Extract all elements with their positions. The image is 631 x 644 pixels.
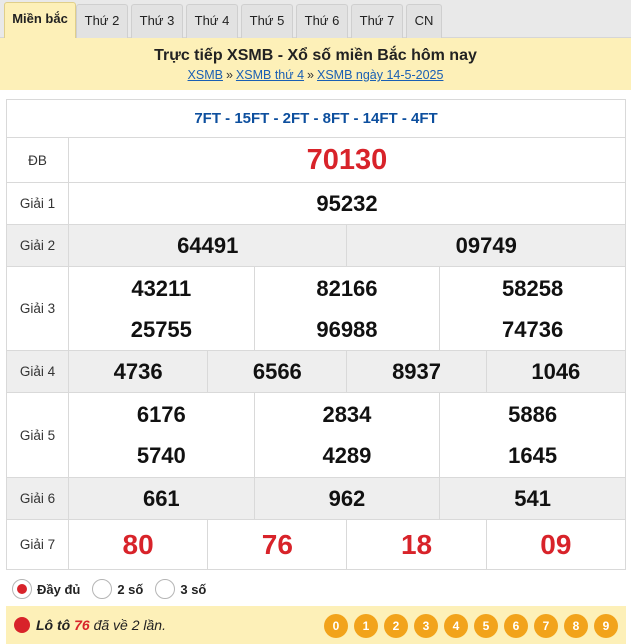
prize-number: 1046 (531, 358, 581, 384)
digit-button-3[interactable]: 3 (414, 614, 438, 638)
breadcrumb-xsmb-thu-4[interactable]: XSMB thứ 4 (236, 68, 304, 82)
page-header: Trực tiếp XSMB - Xổ số miền Bắc hôm nay … (0, 38, 631, 90)
prize-row-g5: Giải 5 6176 5740 2834 4289 5886 1645 (6, 392, 626, 478)
prize-number: 76 (261, 528, 293, 560)
loto-suffix: đã về 2 lần. (93, 617, 166, 633)
option-three-digits[interactable]: 3 số (155, 579, 206, 599)
prize-number: 25755 (130, 316, 192, 342)
prize-row-g7: Giải 7 80 76 18 09 (6, 519, 627, 570)
prize-row-g4: Giải 4 4736 6566 8937 1046 (6, 350, 627, 393)
special-prize-number: 70130 (306, 143, 388, 176)
prize-row-g6: Giải 6 661 962 541 (6, 477, 626, 520)
breadcrumb-xsmb[interactable]: XSMB (188, 68, 223, 82)
display-options: Đầy đủ 2 số 3 số (6, 573, 626, 605)
loto-message: Lô tô 76 đã về 2 lần. (36, 617, 166, 633)
tab-thu-3[interactable]: Thứ 3 (131, 4, 183, 38)
digit-button-7[interactable]: 7 (534, 614, 558, 638)
tab-cn[interactable]: CN (406, 4, 442, 38)
option-full[interactable]: Đầy đủ (12, 579, 80, 599)
prize-number: 5740 (136, 443, 186, 468)
prize-number: 1645 (508, 443, 558, 468)
codes-row: 7FT - 15FT - 2FT - 8FT - 14FT - 4FT (6, 99, 626, 138)
digit-button-9[interactable]: 9 (594, 614, 618, 638)
prize-number: 4736 (113, 358, 163, 384)
prize-row-g1: Giải 1 95232 (6, 182, 626, 225)
digit-button-0[interactable]: 0 (324, 614, 348, 638)
prize-label: Giải 2 (6, 224, 69, 267)
prize-number: 962 (328, 485, 366, 511)
prize-number: 2834 (322, 402, 372, 427)
prize-number: 09749 (455, 232, 517, 258)
prize-label: Giải 3 (6, 266, 69, 351)
breadcrumb-separator: » (307, 68, 314, 82)
option-three-digits-label: 3 số (180, 581, 207, 597)
page-title: Trực tiếp XSMB - Xổ số miền Bắc hôm nay (154, 47, 477, 64)
prize-number: 8937 (392, 358, 442, 384)
breadcrumb: XSMB» XSMB thứ 4» XSMB ngày 14-5-2025 (0, 66, 631, 84)
prize-number: 80 (122, 528, 154, 560)
prize-number: 09 (540, 528, 572, 560)
loto-bar: Lô tô 76 đã về 2 lần. 0 1 2 3 4 5 6 7 8 … (6, 606, 626, 644)
prize-number: 661 (142, 485, 180, 511)
digit-button-4[interactable]: 4 (444, 614, 468, 638)
tab-thu-2[interactable]: Thứ 2 (76, 4, 128, 38)
digit-button-1[interactable]: 1 (354, 614, 378, 638)
option-two-digits-label: 2 số (117, 581, 144, 597)
tab-thu-5[interactable]: Thứ 5 (241, 4, 293, 38)
prize-label: Giải 5 (6, 392, 69, 478)
prize-label: Giải 6 (6, 477, 69, 520)
prize-number: 95232 (316, 190, 378, 216)
draw-codes: 7FT - 15FT - 2FT - 8FT - 14FT - 4FT (6, 99, 626, 138)
results-table: 7FT - 15FT - 2FT - 8FT - 14FT - 4FT ĐB 7… (6, 99, 627, 570)
prize-number: 541 (514, 485, 551, 511)
prize-number: 5886 (508, 402, 558, 427)
loto-prefix: Lô tô (36, 617, 71, 633)
digit-button-6[interactable]: 6 (504, 614, 528, 638)
digit-button-2[interactable]: 2 (384, 614, 408, 638)
prize-number: 82166 (316, 275, 378, 301)
prize-label: Giải 4 (6, 350, 69, 393)
option-two-digits[interactable]: 2 số (92, 579, 143, 599)
prize-number: 6176 (136, 402, 186, 427)
prize-label: Giải 7 (6, 519, 69, 570)
option-full-label: Đầy đủ (37, 581, 81, 597)
prize-number: 58258 (502, 275, 564, 301)
digit-button-8[interactable]: 8 (564, 614, 588, 638)
tab-mien-bac[interactable]: Miền bắc (4, 2, 76, 39)
tab-thu-7[interactable]: Thứ 7 (351, 4, 403, 38)
prize-number: 64491 (177, 232, 239, 258)
prize-number: 74736 (502, 316, 564, 342)
loto-number: 76 (74, 617, 90, 633)
digit-filter: 0 1 2 3 4 5 6 7 8 9 (318, 614, 618, 638)
region-tabs: Miền bắc Thứ 2 Thứ 3 Thứ 4 Thứ 5 Thứ 6 T… (0, 0, 631, 39)
prize-number: 4289 (322, 443, 372, 468)
prize-row-g3: Giải 3 43211 25755 82166 96988 58258 747… (6, 266, 626, 351)
tab-thu-4[interactable]: Thứ 4 (186, 4, 238, 38)
breadcrumb-xsmb-date[interactable]: XSMB ngày 14-5-2025 (317, 68, 443, 82)
red-dot-icon (14, 617, 30, 633)
prize-label: ĐB (6, 137, 69, 183)
prize-row-db: ĐB 70130 (6, 137, 626, 183)
breadcrumb-separator: » (225, 68, 233, 82)
prize-number: 43211 (131, 275, 192, 301)
prize-number: 18 (400, 528, 433, 560)
tab-thu-6[interactable]: Thứ 6 (296, 4, 348, 38)
prize-number: 6566 (252, 358, 302, 384)
prize-label: Giải 1 (6, 182, 69, 225)
radio-three-digits[interactable] (155, 579, 176, 599)
radio-full[interactable] (12, 579, 32, 599)
prize-number: 96988 (316, 316, 378, 342)
radio-two-digits[interactable] (92, 579, 113, 599)
digit-button-5[interactable]: 5 (474, 614, 498, 638)
prize-row-g2: Giải 2 64491 09749 (6, 224, 626, 267)
